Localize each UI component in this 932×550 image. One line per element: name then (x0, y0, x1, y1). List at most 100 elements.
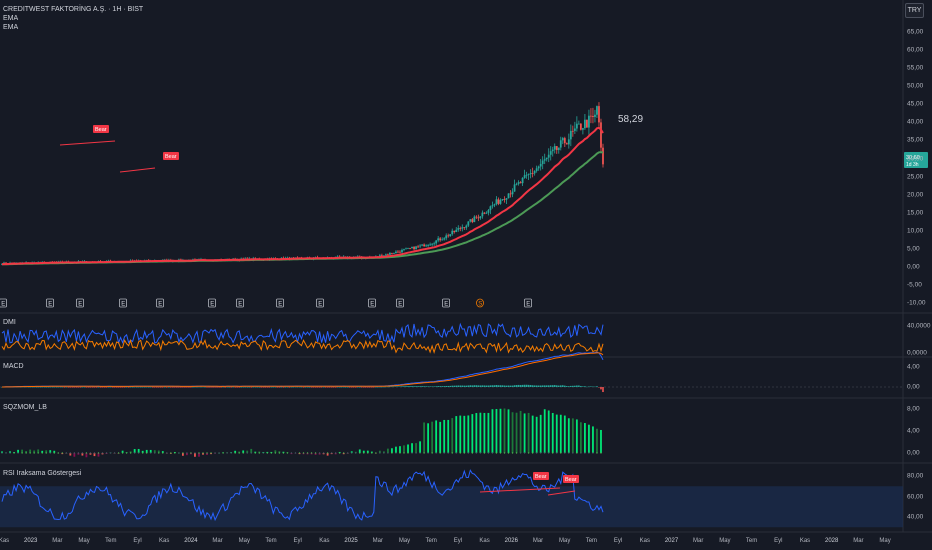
macd-histogram-bar (296, 386, 299, 388)
macd-histogram-bar (415, 386, 417, 387)
squeeze-dot (250, 452, 252, 454)
macd-histogram-bar (292, 386, 295, 388)
macd-histogram-bar (236, 387, 238, 388)
candle (437, 236, 440, 243)
macd-histogram-bar (264, 387, 267, 388)
squeeze-dot (262, 452, 264, 454)
event-marker-label: E (278, 302, 282, 308)
currency-button[interactable]: TRY (905, 3, 924, 18)
macd-histogram-bar (91, 387, 94, 388)
macd-histogram-bar (204, 386, 206, 388)
macd-histogram-bar (433, 386, 435, 387)
squeeze-dot (596, 452, 598, 454)
sqzmom-bar (447, 419, 450, 453)
macd-histogram-bar (379, 386, 381, 388)
bear-divergence-line (59, 140, 116, 146)
sqzmom-bar (419, 441, 421, 453)
sqzmom-bar (491, 409, 494, 453)
macd-histogram-bar (113, 387, 116, 388)
macd-histogram-bar (69, 387, 72, 388)
macd-histogram-bar (133, 386, 136, 388)
squeeze-dot (499, 452, 502, 454)
sqzmom-bar (503, 408, 506, 453)
squeeze-dot (162, 452, 164, 454)
candle (473, 215, 476, 223)
sqzmom-bar (527, 412, 530, 453)
time-axis-label: 2024 (184, 538, 198, 544)
squeeze-dot (150, 452, 152, 454)
macd-histogram-bar (555, 385, 558, 387)
time-axis-label: Tem (105, 538, 117, 544)
squeeze-dot (226, 452, 228, 454)
ema-indicator-label-2[interactable]: EMA (3, 23, 18, 32)
candle (545, 157, 548, 162)
time-axis-label: Eyl (293, 538, 302, 544)
macd-histogram-bar (493, 385, 496, 387)
candle (561, 136, 564, 145)
macd-histogram-bar (582, 386, 584, 387)
sqzmom-bar (471, 414, 474, 453)
macd-histogram-bar (111, 387, 114, 388)
macd-histogram-bar (574, 385, 576, 387)
squeeze-dot (13, 452, 15, 454)
macd-histogram-bar (547, 385, 550, 387)
macd-histogram-bar (103, 387, 106, 388)
macd-histogram-bar (286, 386, 289, 388)
time-axis-label: Tem (745, 538, 758, 544)
squeeze-dot (258, 452, 260, 454)
macd-histogram-bar (449, 385, 452, 387)
squeeze-dot (81, 452, 84, 454)
squeeze-dot (154, 452, 156, 454)
macd-histogram-bar (553, 385, 556, 387)
candle (481, 210, 484, 219)
macd-histogram-bar (419, 386, 421, 387)
candle (443, 237, 446, 241)
candle (419, 244, 421, 249)
macd-histogram-bar (356, 386, 359, 388)
macd-histogram-bar (588, 386, 590, 387)
macd-histogram-bar (254, 386, 257, 388)
macd-histogram-bar (465, 385, 468, 387)
squeeze-dot (242, 452, 244, 454)
ema-indicator-label-1[interactable]: EMA (3, 14, 18, 23)
macd-histogram-bar (105, 387, 108, 388)
rsi-pane-title[interactable]: RSI Iraksama Göstergesi (3, 470, 81, 477)
macd-histogram-bar (240, 386, 242, 388)
candle (459, 226, 462, 232)
sqzmom-bar (427, 423, 430, 453)
squeeze-dot (584, 452, 586, 454)
squeeze-dot (21, 452, 23, 454)
candle (571, 125, 574, 137)
macd-histogram-bar (35, 386, 37, 388)
candle (397, 249, 399, 254)
macd-histogram-bar (521, 384, 524, 387)
squeeze-dot (45, 452, 47, 454)
squeeze-dot (302, 452, 305, 454)
sqzmom-bar (459, 415, 462, 453)
dmi-pane-title[interactable]: DMI (3, 319, 16, 326)
macd-histogram-bar (344, 386, 347, 388)
sqzmom-pane-title[interactable]: SQZMOM_LB (3, 404, 47, 411)
candle (469, 218, 472, 223)
squeeze-dot (77, 452, 80, 454)
chart-canvas[interactable]: 58,2930,601d 3hE E E E E E E E E E E E S EBearBearBea… (0, 0, 932, 550)
squeeze-dot (170, 452, 172, 454)
rsi-axis-label: 60,00 (907, 493, 924, 500)
candle (539, 159, 542, 171)
candle (395, 250, 397, 254)
candle (463, 227, 466, 230)
time-axis-label: 2026 (504, 538, 518, 544)
sqzmom-bar (543, 409, 546, 453)
macd-pane-title[interactable]: MACD (3, 363, 24, 370)
squeeze-dot (519, 452, 522, 454)
sqzmom-bar (579, 422, 582, 453)
macd-histogram-bar (590, 386, 592, 387)
price-axis-label: 0,00 (907, 263, 920, 271)
squeeze-dot (69, 452, 72, 454)
macd-histogram-bar (437, 386, 439, 387)
macd-histogram-bar (375, 386, 377, 388)
macd-histogram-bar (479, 385, 482, 387)
macd-histogram-bar (559, 385, 562, 387)
squeeze-dot (572, 452, 574, 454)
squeeze-dot (290, 452, 293, 454)
